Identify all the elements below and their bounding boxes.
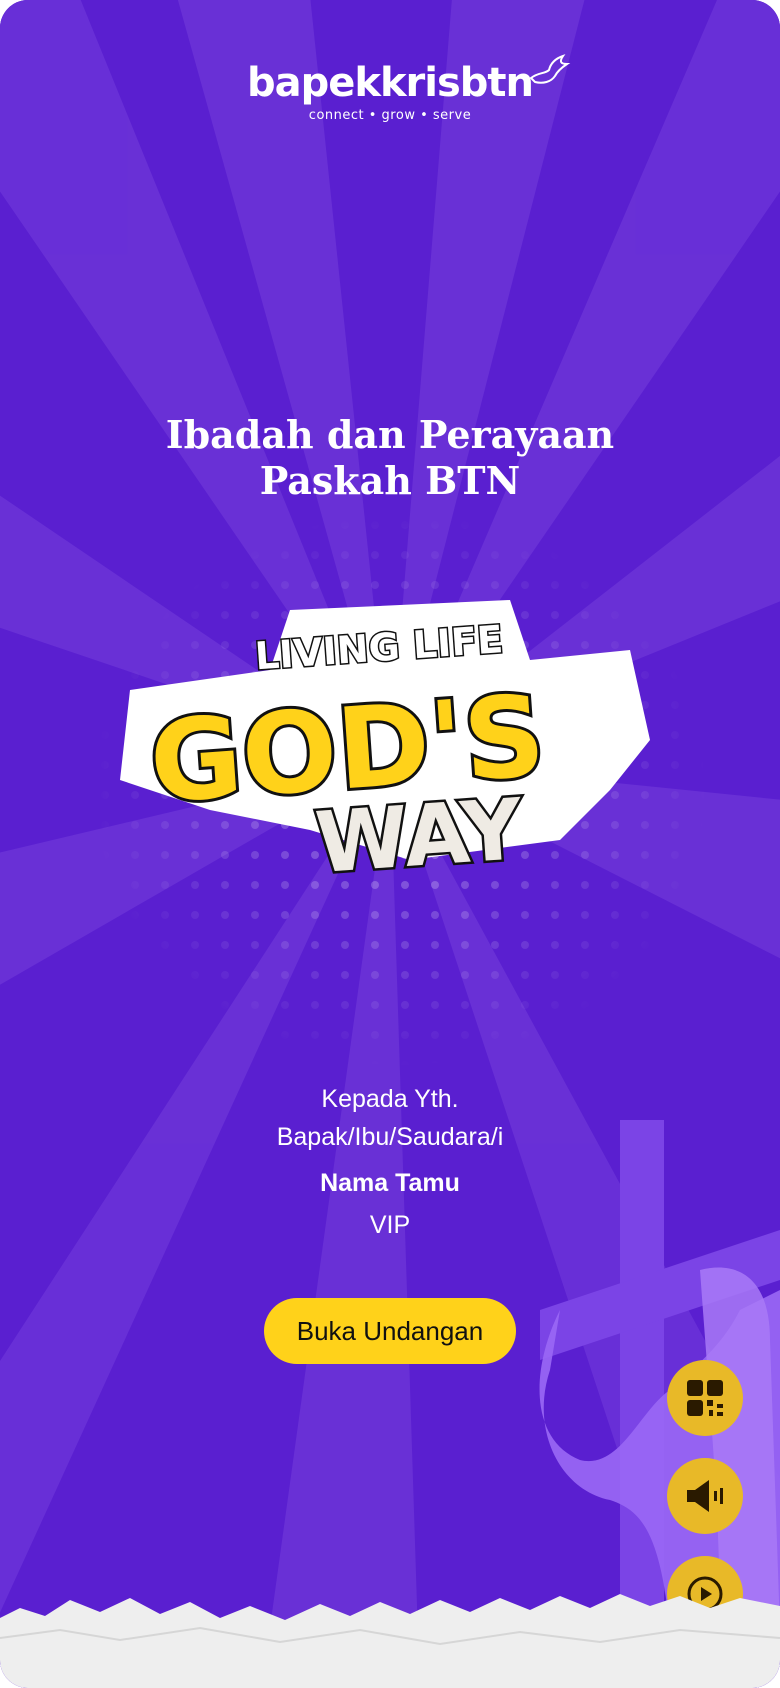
- logo-tagline: connect • grow • serve: [308, 108, 472, 123]
- guest-greeting: Kepada Yth. Bapak/Ibu/Saudara/i Nama Tam…: [0, 1080, 780, 1240]
- logo-text: bapekkrisbtn: [246, 60, 534, 106]
- logo-wordmark: bapekkrisbtn: [246, 54, 571, 106]
- open-invitation-button[interactable]: Buka Undangan: [264, 1298, 516, 1364]
- torn-paper-edge: [0, 1594, 780, 1688]
- qr-code-icon: [687, 1380, 723, 1416]
- qr-code-button[interactable]: [667, 1360, 743, 1436]
- invitation-screen: bapekkrisbtn connect • grow • serve Ibad…: [0, 0, 780, 1688]
- event-title: Ibadah dan Perayaan Paskah BTN: [0, 412, 780, 504]
- hero-bottom-text: WAY: [312, 780, 526, 892]
- greeting-salutation: Kepada Yth.: [321, 1085, 459, 1113]
- event-title-line1: Ibadah dan Perayaan: [165, 412, 615, 457]
- sound-button[interactable]: [667, 1458, 743, 1534]
- brand-logo: bapekkrisbtn connect • grow • serve: [0, 54, 780, 123]
- dove-icon: [529, 54, 571, 84]
- guest-name: Nama Tamu: [320, 1169, 460, 1197]
- guest-category: VIP: [369, 1211, 411, 1239]
- event-title-line2: Paskah BTN: [259, 458, 521, 503]
- theme-artwork: LIVING LIFE GOD'S WAY: [90, 510, 710, 1070]
- speaker-icon: [687, 1480, 723, 1512]
- greeting-recipient-title: Bapak/Ibu/Saudara/i: [276, 1123, 504, 1151]
